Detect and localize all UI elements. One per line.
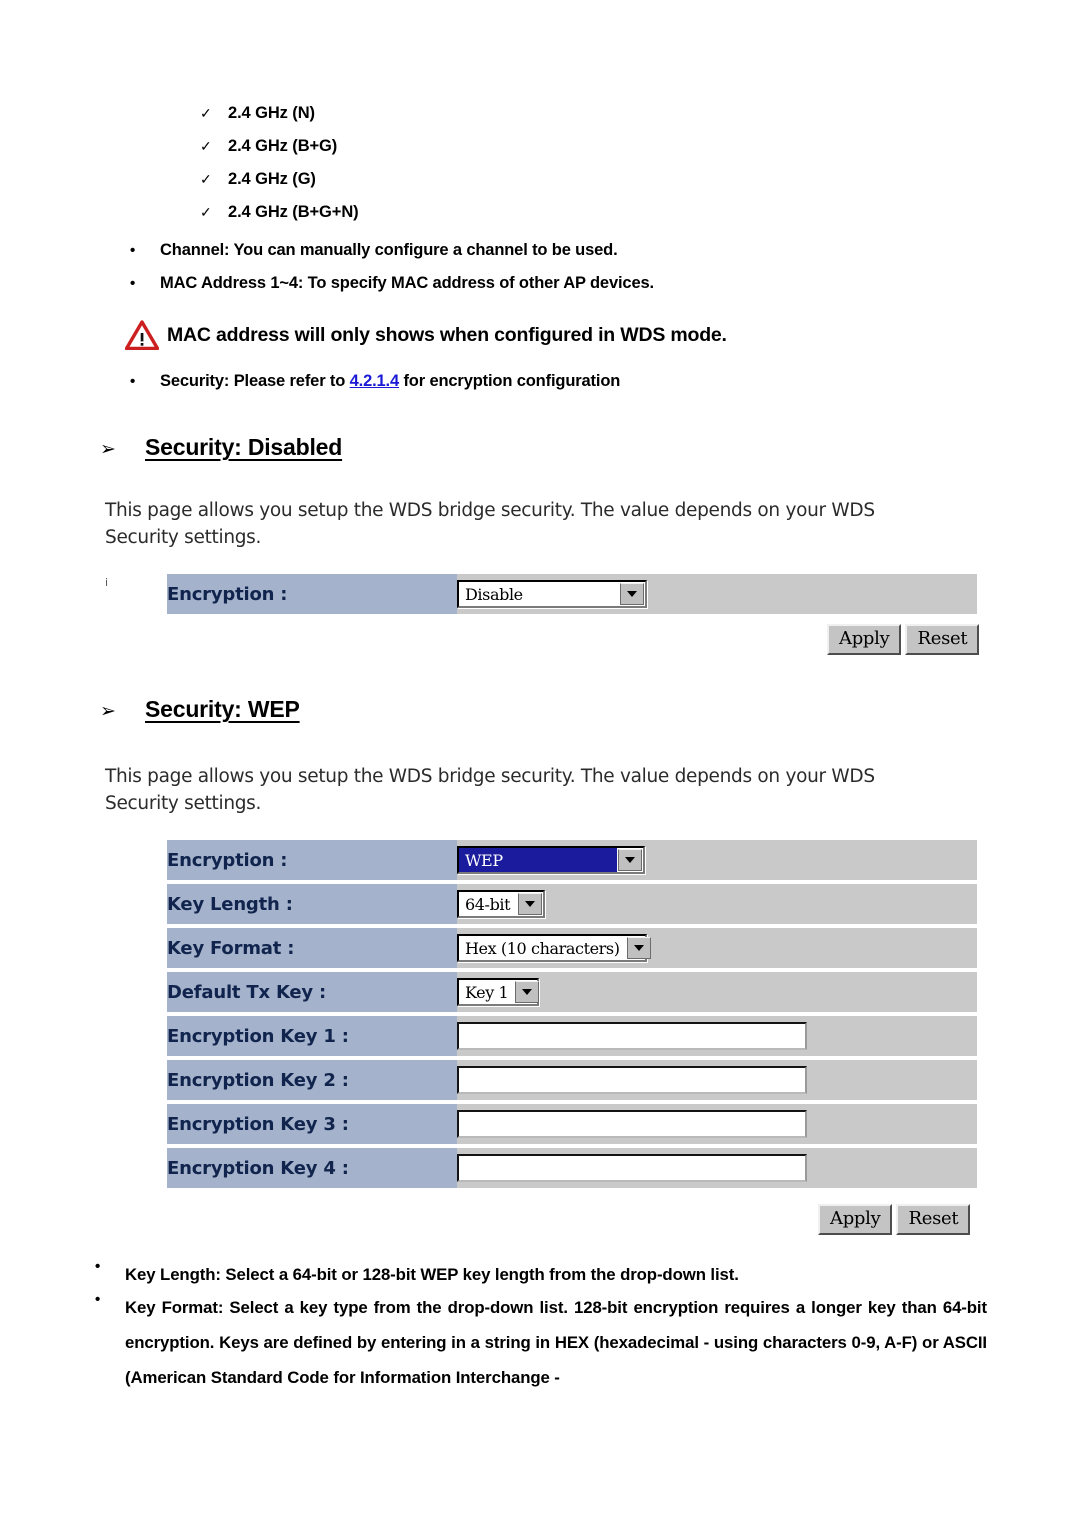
bullet-icon: • xyxy=(130,242,136,259)
apply-button[interactable]: Apply xyxy=(827,624,902,655)
wep-form-table: Encryption : WEP Key Length : 64-bit Key… xyxy=(167,836,977,1192)
reset-button[interactable]: Reset xyxy=(896,1204,971,1235)
row-label: Encryption Key 3 : xyxy=(167,1104,457,1144)
list-item: ✓ 2.4 GHz (N) xyxy=(200,104,800,137)
list-item-label: 2.4 GHz (G) xyxy=(228,170,316,188)
panel-description: This page allows you setup the WDS bridg… xyxy=(105,766,875,814)
page-title: Security: Disabled xyxy=(145,434,343,460)
bullet-mac-address-text: MAC Address 1~4: To specify MAC address … xyxy=(160,274,654,292)
bullet-icon: • xyxy=(130,373,136,390)
page-title: Security: WEP xyxy=(145,696,300,722)
bullet-key-format: • Key Format: Select a key type from the… xyxy=(95,1290,993,1395)
warning-notice: MAC address will only shows when configu… xyxy=(124,320,727,351)
key-format-select-value: Hex (10 characters) xyxy=(465,938,620,958)
table-row: Key Length : 64-bit xyxy=(167,884,977,924)
encryption-select[interactable]: Disable xyxy=(457,580,647,608)
bullet-icon: • xyxy=(130,275,136,292)
section-reference-link[interactable]: 4.2.1.4 xyxy=(350,372,400,390)
arrow-bullet-icon: ➢ xyxy=(100,439,116,460)
default-tx-key-select-value: Key 1 xyxy=(465,982,509,1002)
security-note-text: Security: Please refer to 4.2.1.4 for en… xyxy=(160,372,620,391)
check-icon: ✓ xyxy=(200,171,212,187)
row-value xyxy=(457,1016,977,1056)
list-item-label: 2.4 GHz (N) xyxy=(228,104,315,122)
bullet-key-length-text: Key Length: Select a 64-bit or 128-bit W… xyxy=(125,1265,739,1284)
key-length-select-value: 64-bit xyxy=(465,894,511,914)
encryption-key-1-input[interactable] xyxy=(457,1022,807,1050)
table-row: Encryption Key 2 : xyxy=(167,1060,977,1100)
list-item: ✓ 2.4 GHz (B+G) xyxy=(200,137,800,170)
list-item: ✓ 2.4 GHz (B+G+N) xyxy=(200,203,800,236)
row-value: 64-bit xyxy=(457,884,977,924)
bullet-channel: • Channel: You can manually configure a … xyxy=(130,241,930,260)
chevron-down-icon[interactable] xyxy=(626,937,651,959)
encryption-select-value: WEP xyxy=(459,848,617,872)
encryption-select[interactable]: WEP xyxy=(457,846,645,874)
row-value xyxy=(457,1104,977,1144)
row-value: Hex (10 characters) xyxy=(457,928,977,968)
table-row: Encryption : Disable xyxy=(167,574,977,614)
chevron-down-icon[interactable] xyxy=(515,981,540,1003)
heading-security-disabled: ➢ Security: Disabled xyxy=(100,434,342,461)
table-row: Encryption Key 1 : xyxy=(167,1016,977,1056)
security-note-prefix: Security: Please refer to xyxy=(160,372,350,390)
default-tx-key-select[interactable]: Key 1 xyxy=(457,978,540,1006)
check-icon: ✓ xyxy=(200,105,212,121)
key-length-select[interactable]: 64-bit xyxy=(457,890,545,918)
bullet-icon: • xyxy=(95,1291,101,1308)
row-label: Encryption Key 4 : xyxy=(167,1148,457,1188)
encryption-key-3-input[interactable] xyxy=(457,1110,807,1138)
row-label: Encryption : xyxy=(167,840,457,880)
encryption-key-4-input[interactable] xyxy=(457,1154,807,1182)
scan-artifact: i xyxy=(105,576,109,589)
bullet-icon: • xyxy=(95,1258,101,1275)
router-panel-disabled: This page allows you setup the WDS bridg… xyxy=(105,498,980,668)
row-value xyxy=(457,1060,977,1100)
table-row: Encryption : WEP xyxy=(167,840,977,880)
row-value: Key 1 xyxy=(457,972,977,1012)
panel-button-row: Apply Reset xyxy=(827,624,980,655)
table-row: Default Tx Key : Key 1 xyxy=(167,972,977,1012)
row-label: Encryption Key 2 : xyxy=(167,1060,457,1100)
security-note-suffix: for encryption configuration xyxy=(399,372,621,390)
reset-button[interactable]: Reset xyxy=(905,624,980,655)
row-label: Encryption : xyxy=(167,574,457,614)
warning-triangle-icon xyxy=(124,320,160,351)
panel-button-row: Apply Reset xyxy=(818,1204,971,1235)
check-icon: ✓ xyxy=(200,138,212,154)
arrow-bullet-icon: ➢ xyxy=(100,701,116,722)
key-format-select[interactable]: Hex (10 characters) xyxy=(457,934,651,962)
table-row: Encryption Key 3 : xyxy=(167,1104,977,1144)
bullet-security-note: • Security: Please refer to 4.2.1.4 for … xyxy=(130,372,980,391)
row-label: Encryption Key 1 : xyxy=(167,1016,457,1056)
list-item-label: 2.4 GHz (B+G+N) xyxy=(228,203,359,221)
chevron-down-icon[interactable] xyxy=(620,583,644,605)
encryption-key-2-input[interactable] xyxy=(457,1066,807,1094)
frequency-band-list: ✓ 2.4 GHz (N) ✓ 2.4 GHz (B+G) ✓ 2.4 GHz … xyxy=(200,104,800,236)
list-item-label: 2.4 GHz (B+G) xyxy=(228,137,338,155)
warning-text: MAC address will only shows when configu… xyxy=(167,323,727,346)
bullet-key-length: • Key Length: Select a 64-bit or 128-bit… xyxy=(95,1257,995,1292)
row-label: Key Format : xyxy=(167,928,457,968)
bullet-key-format-text: Key Format: Select a key type from the d… xyxy=(125,1298,987,1387)
chevron-down-icon[interactable] xyxy=(518,893,542,915)
row-label: Default Tx Key : xyxy=(167,972,457,1012)
encryption-select-value: Disable xyxy=(465,584,523,604)
row-value xyxy=(457,1148,977,1188)
table-row: Encryption Key 4 : xyxy=(167,1148,977,1188)
apply-button[interactable]: Apply xyxy=(818,1204,893,1235)
list-item: ✓ 2.4 GHz (G) xyxy=(200,170,800,203)
row-value: Disable xyxy=(457,574,977,614)
row-label: Key Length : xyxy=(167,884,457,924)
panel-description: This page allows you setup the WDS bridg… xyxy=(105,500,875,548)
bullet-mac-address: • MAC Address 1~4: To specify MAC addres… xyxy=(130,274,930,293)
heading-security-wep: ➢ Security: WEP xyxy=(100,696,300,723)
encryption-form-table: Encryption : Disable xyxy=(167,570,977,618)
bullet-channel-text: Channel: You can manually configure a ch… xyxy=(160,241,618,259)
row-value: WEP xyxy=(457,840,977,880)
table-row: Key Format : Hex (10 characters) xyxy=(167,928,977,968)
chevron-down-icon[interactable] xyxy=(618,849,642,871)
check-icon: ✓ xyxy=(200,204,212,220)
router-panel-wep: This page allows you setup the WDS bridg… xyxy=(105,764,980,1254)
